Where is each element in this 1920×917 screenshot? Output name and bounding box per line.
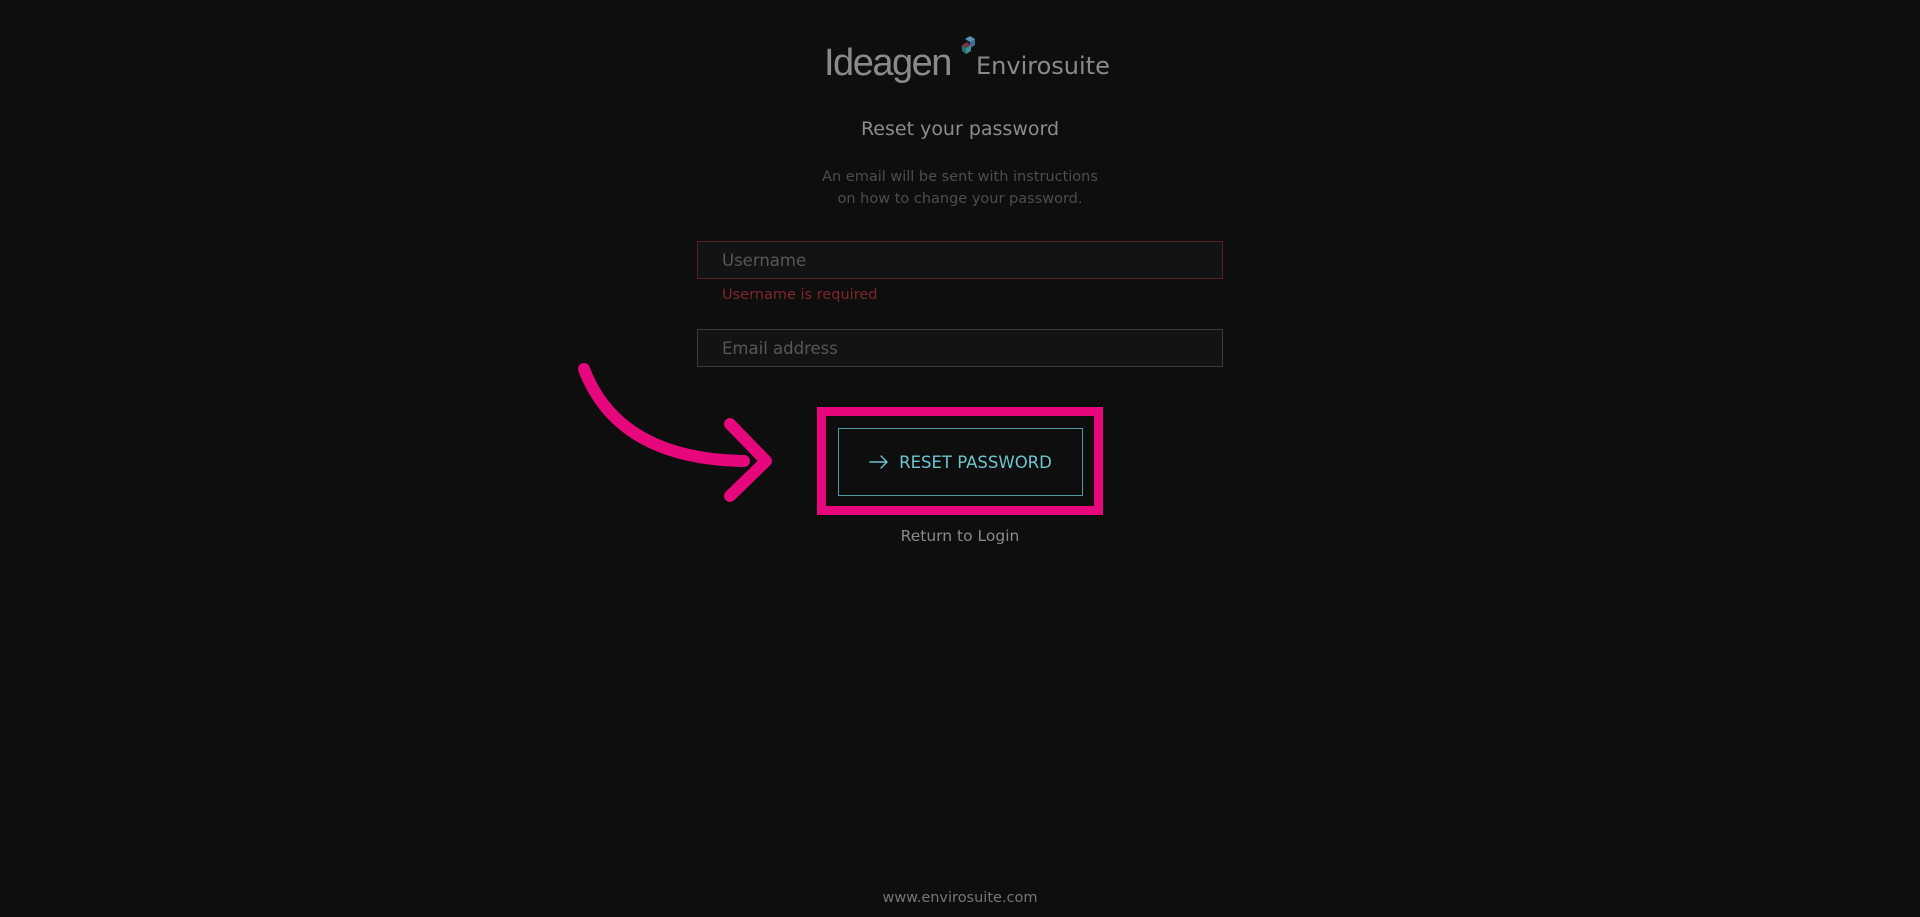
page-title: Reset your password xyxy=(860,118,1060,140)
website-link[interactable]: www.envirosuite.com xyxy=(882,890,1037,906)
instructions-line-2: on how to change your password. xyxy=(837,191,1083,207)
logo-envirosuite-text: Envirosuite xyxy=(976,52,1110,80)
footer: www.envirosuite.com xyxy=(0,890,1920,906)
curved-arrow-icon xyxy=(578,363,772,502)
ideagen-envirosuite-logo: Ideagen Envirosuite xyxy=(822,34,1110,88)
instructions-line-1: An email will be sent with instructions xyxy=(822,169,1098,185)
return-to-login-row: Return to Login xyxy=(0,527,1920,545)
username-input[interactable] xyxy=(697,241,1223,279)
reset-password-button[interactable]: RESET PASSWORD xyxy=(838,428,1083,496)
logo-cube-icon xyxy=(962,36,975,54)
username-error-message: Username is required xyxy=(722,287,878,303)
return-to-login-link[interactable]: Return to Login xyxy=(901,527,1020,545)
logo-ideagen-text: Ideagen xyxy=(824,42,952,84)
reset-password-page: Ideagen Envirosuite Reset your password … xyxy=(0,0,1920,917)
reset-instructions: An email will be sent with instructions … xyxy=(0,166,1920,210)
arrow-right-icon xyxy=(869,455,888,469)
reset-password-label: RESET PASSWORD xyxy=(899,452,1052,472)
